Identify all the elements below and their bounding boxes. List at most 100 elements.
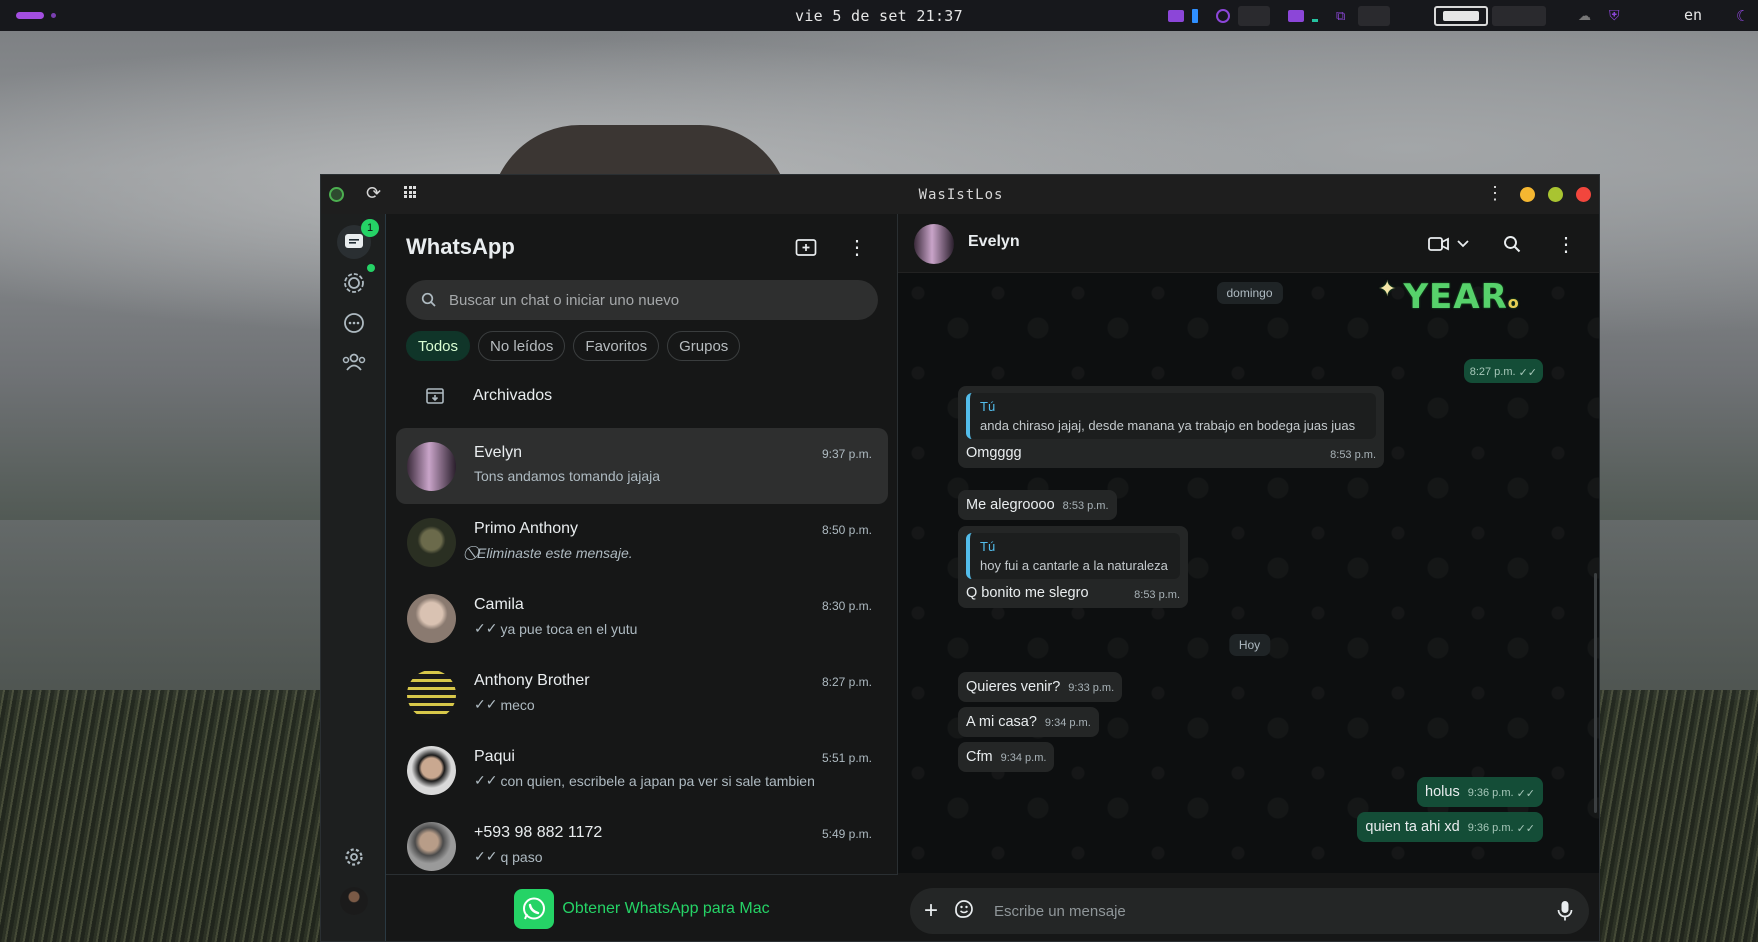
chat-row-paqui[interactable]: Paqui 5:51 p.m. ✓✓ con quien, escribele a… [396, 732, 888, 808]
window-title: WasIstLos [918, 187, 1004, 203]
filter-all[interactable]: Todos [406, 331, 471, 361]
chat-row-evelyn[interactable]: Evelyn 9:37 p.m. Tons andamos tomando ja… [396, 428, 888, 504]
cpu-icon [1216, 8, 1230, 23]
message-time: 8:53 p.m. [1330, 449, 1376, 461]
chat-time: 5:49 p.m. [821, 827, 872, 841]
channels-nav-button[interactable] [337, 306, 371, 340]
message-time: 9:36 p.m. [1467, 787, 1514, 799]
sparkle-icon: ✦ [1378, 277, 1398, 302]
message-bubble-incoming[interactable]: Quieres venir? 9:33 p.m. [958, 672, 1123, 702]
chat-name: Camila [474, 596, 524, 613]
filter-favorites[interactable]: Favoritos [573, 331, 660, 361]
message-bubble-incoming[interactable]: A mi casa? 9:34 p.m. [958, 707, 1099, 737]
profile-button[interactable] [337, 884, 371, 918]
message-input[interactable]: Escribe un mensaje [994, 903, 1126, 920]
status-icons: ☁ ⛨ [1578, 5, 1620, 26]
search-chat-button[interactable] [1503, 232, 1521, 256]
minimize-button[interactable] [1520, 187, 1535, 202]
get-mac-app-banner[interactable]: Obtener WhatsApp para Mac [386, 874, 898, 941]
cloud-icon[interactable]: ☁ [1578, 8, 1591, 24]
chat-preview: Tons andamos tomando jajaja [474, 468, 660, 484]
message-bubble-incoming[interactable]: Me alegroooo 8:53 p.m. [958, 490, 1117, 520]
workspace-2[interactable] [1492, 5, 1546, 26]
message-bubble-incoming[interactable]: Cfm 9:34 p.m. [958, 742, 1055, 772]
voice-message-button[interactable] [1557, 900, 1573, 927]
message-bubble-incoming[interactable]: Tú hoy fui a cantarle a la naturaleza Q … [958, 526, 1188, 608]
contact-name[interactable]: Evelyn [968, 233, 1020, 251]
chat-row-camila[interactable]: Camila 8:30 p.m. ✓✓ ya pue toca en el yut… [396, 580, 888, 656]
attach-button[interactable]: + [924, 899, 938, 923]
video-camera-icon [1428, 237, 1449, 251]
quoted-message[interactable]: Tú hoy fui a cantarle a la naturaleza [966, 533, 1180, 579]
kebab-menu-icon: ⋮ [847, 236, 867, 259]
avatar [407, 670, 456, 719]
conversation-header[interactable]: Evelyn ⋮ [898, 214, 1599, 273]
sticker-button[interactable] [954, 899, 974, 924]
sticker-image[interactable]: ✦ YEARo [1378, 277, 1520, 317]
chat-menu-button[interactable]: ⋮ [1556, 232, 1576, 256]
workspace-1[interactable] [1434, 5, 1488, 26]
sticker-deco-icon: o [1507, 293, 1520, 312]
chat-preview-text: Tons andamos tomando jajaja [474, 468, 661, 484]
chat-time: 9:37 p.m. [821, 447, 872, 461]
sticker-text: YEAR [1403, 277, 1508, 317]
contact-avatar[interactable] [914, 224, 954, 264]
communities-nav-button[interactable] [337, 345, 371, 379]
chat-preview: ✓✓ q paso [474, 848, 543, 865]
app-name-heading: WhatsApp [406, 234, 515, 259]
double-check-icon: ✓✓ [474, 620, 498, 636]
search-box[interactable]: Buscar un chat o iniciar uno nuevo [406, 280, 878, 320]
chat-preview-text: ya pue toca en el yutu [500, 620, 638, 637]
message-area[interactable]: ✦ YEARo domingo 8:27 p.m. ✓✓ Tú anda chira… [898, 273, 1599, 873]
message-text: Quieres venir? [966, 679, 1061, 695]
search-icon [421, 292, 436, 307]
avatar [407, 518, 456, 567]
new-chat-icon [795, 239, 817, 256]
message-meta: 8:27 p.m. ✓✓ [1470, 366, 1537, 379]
quoted-author: Tú [980, 399, 996, 414]
chat-list-panel: WhatsApp ⋮ Buscar un chat o iniciar uno … [386, 214, 898, 941]
network-graph [1358, 5, 1390, 26]
message-time: 9:34 p.m. [1000, 752, 1047, 764]
message-bubble-outgoing[interactable]: 8:27 p.m. ✓✓ [1463, 359, 1543, 383]
plus-icon: + [924, 897, 939, 924]
window-menu-icon[interactable]: ⋮ [1486, 184, 1504, 202]
disk-icon [1288, 9, 1304, 22]
chat-time: 8:27 p.m. [821, 675, 872, 689]
chat-preview: ⃠Eliminaste este mensaje. [474, 544, 633, 561]
chats-nav-button[interactable]: 1 [337, 219, 379, 259]
filter-unread[interactable]: No leídos [478, 331, 566, 361]
chat-preview: ✓✓ con quien, escribele a japan pa ver si… [474, 772, 815, 789]
chat-preview-text: q paso [500, 848, 543, 865]
whatsapp-logo-icon [514, 889, 555, 929]
new-chat-button[interactable] [793, 234, 819, 260]
shield-icon[interactable]: ⛨ [1609, 7, 1620, 24]
chat-row-primo-anthony[interactable]: Primo Anthony 8:50 p.m. ⃠Eliminaste este… [396, 504, 888, 580]
avatar [407, 442, 456, 491]
message-scrollbar[interactable] [1594, 573, 1597, 813]
night-mode-icon[interactable]: ☾ [1736, 7, 1749, 25]
quoted-message[interactable]: Tú anda chiraso jajaj, desde manana ya t… [966, 393, 1376, 439]
message-bubble-outgoing[interactable]: holus 9:36 p.m. ✓✓ [1417, 777, 1543, 807]
message-bubble-outgoing[interactable]: quien ta ahi xd 9:36 p.m. ✓✓ [1357, 812, 1543, 842]
close-button[interactable] [1576, 187, 1591, 202]
video-call-button[interactable] [1428, 232, 1470, 256]
chat-row-anthony-brother[interactable]: Anthony Brother 8:27 p.m. ✓✓ meco [396, 656, 888, 732]
system-top-bar: vie 5 de set 21:37 ⧉ ☁ ⛨ en ☾ [0, 0, 1758, 31]
status-nav-button[interactable] [337, 264, 375, 300]
filter-groups[interactable]: Grupos [667, 331, 741, 361]
chat-row-phone-number[interactable]: +593 98 882 1172 5:49 p.m. ✓✓ q paso [396, 808, 888, 884]
chat-time: 5:51 p.m. [821, 751, 872, 765]
get-mac-app-link[interactable]: Obtener WhatsApp para Mac [562, 900, 769, 918]
list-menu-button[interactable]: ⋮ [844, 234, 870, 260]
archived-row[interactable]: Archivados [406, 374, 878, 418]
microphone-icon [1557, 901, 1573, 921]
chat-preview: ✓✓ meco [474, 696, 535, 713]
message-bubble-incoming[interactable]: Tú anda chiraso jajaj, desde manana ya t… [958, 386, 1384, 468]
network-icon: ⧉ [1336, 7, 1346, 23]
maximize-button[interactable] [1548, 187, 1563, 202]
keyboard-layout[interactable]: en [1684, 6, 1702, 24]
settings-nav-button[interactable] [337, 840, 371, 874]
profile-avatar [340, 887, 368, 915]
message-text: Q bonito me slegro [966, 585, 1089, 601]
